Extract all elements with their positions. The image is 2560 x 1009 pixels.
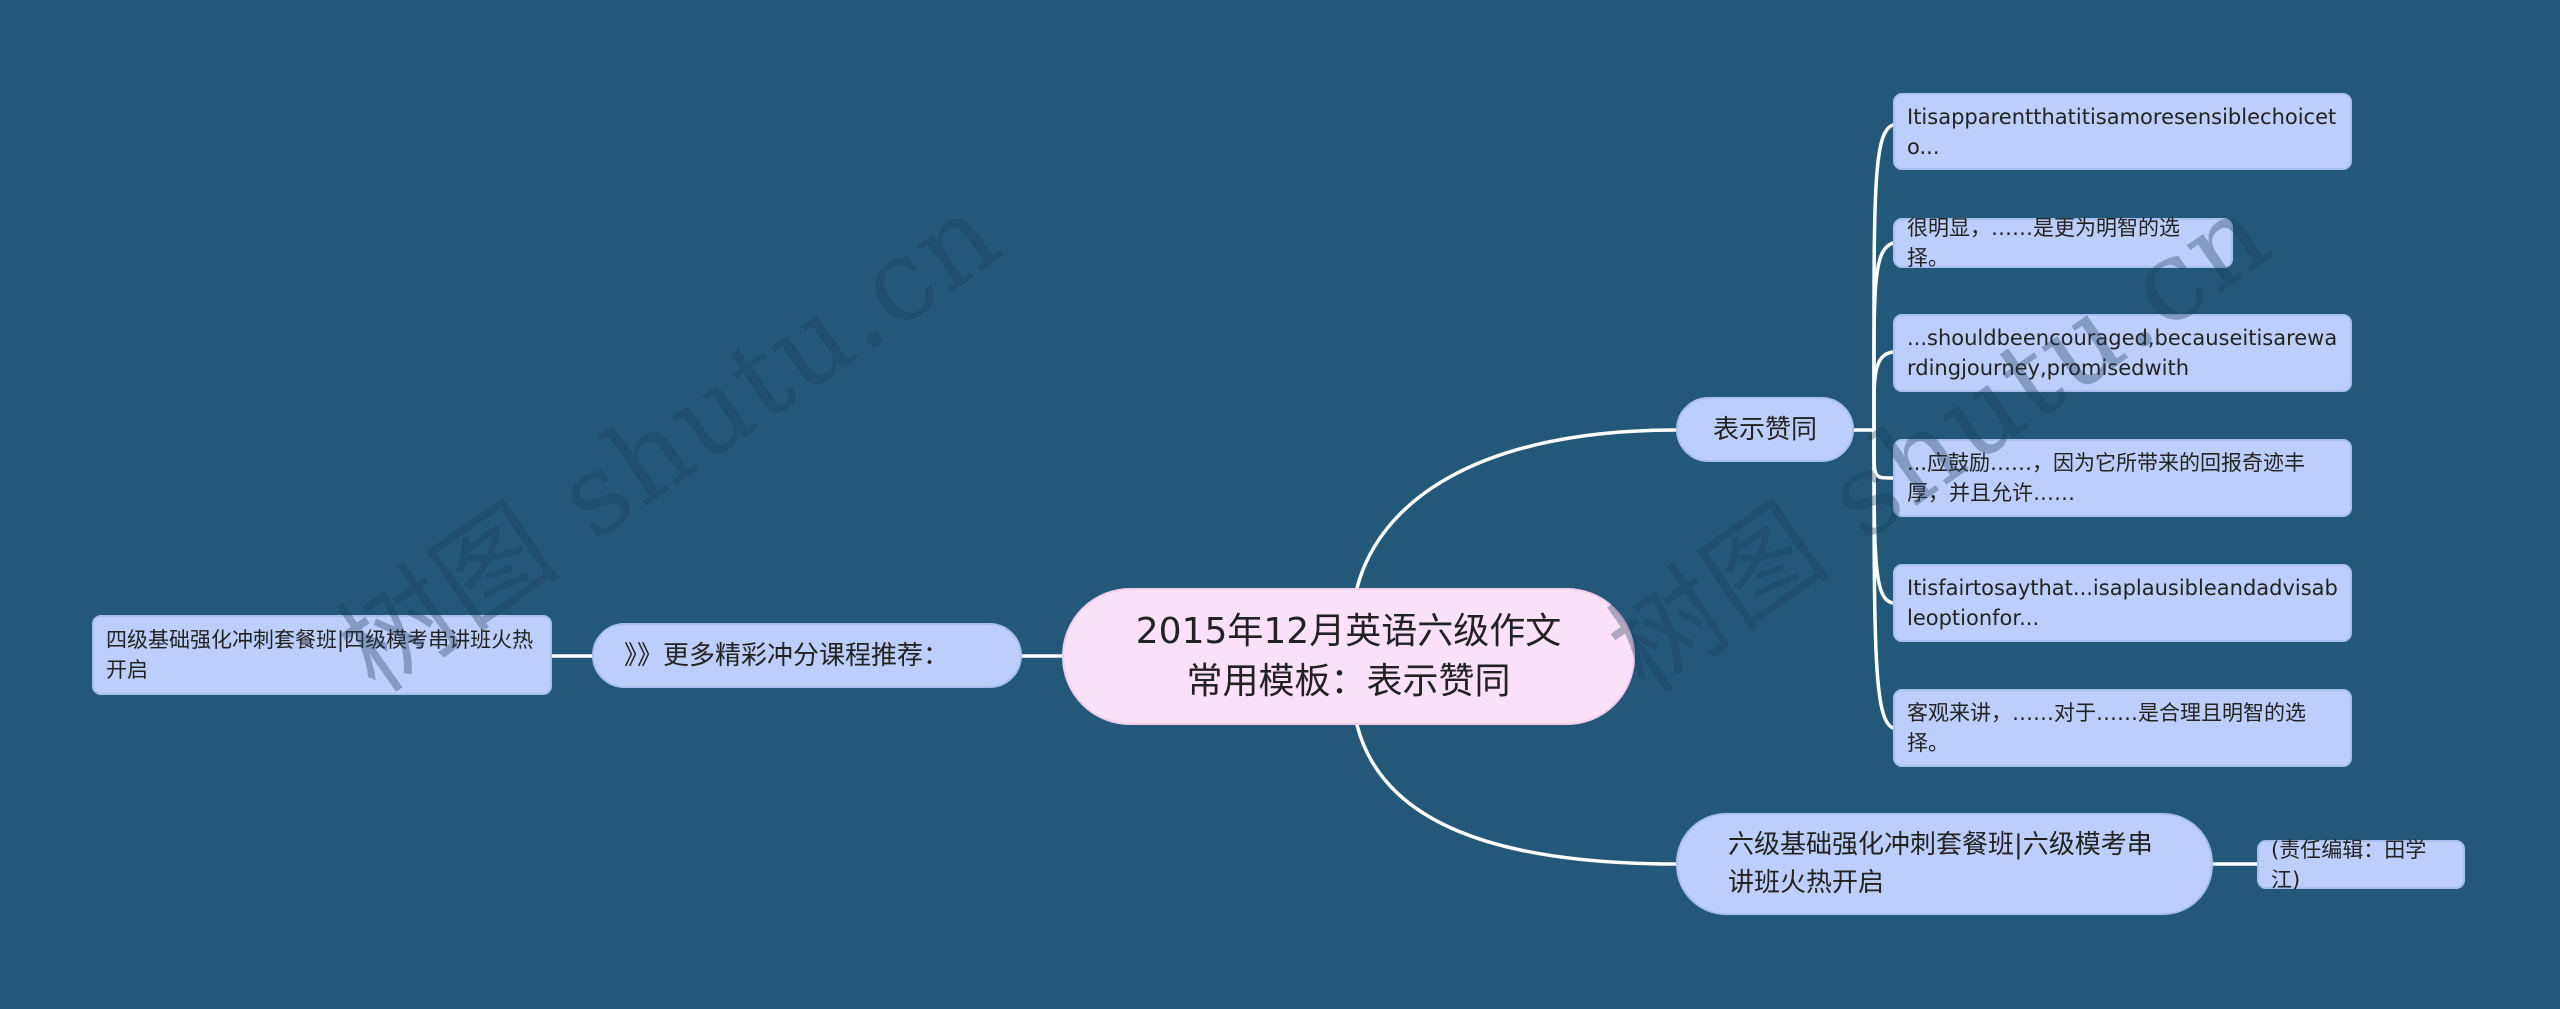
leaf-cet4-course[interactable]: 四级基础强化冲刺套餐班|四级模考串讲班火热开启 bbox=[92, 615, 552, 695]
connector-leaf-5 bbox=[1872, 428, 1895, 730]
connector-leaf-3 bbox=[1872, 428, 1895, 480]
mindmap-canvas: 2015年12月英语六级作文常用模板：表示赞同 表示赞同 Itisapparen… bbox=[0, 0, 2560, 1009]
leaf-label: ...应鼓励……，因为它所带来的回报奇迹丰厚，并且允许…… bbox=[1907, 451, 2306, 505]
branch-more-courses[interactable]: 》》更多精彩冲分课程推荐： bbox=[592, 623, 1022, 688]
branch-label: 表示赞同 bbox=[1712, 414, 1817, 445]
connector-leaf-4 bbox=[1872, 428, 1895, 605]
leaf-label: 客观来讲，……对于……是合理且明智的选择。 bbox=[1907, 701, 2306, 755]
leaf-label: (责任编辑：田学江) bbox=[2271, 837, 2427, 892]
connector-root-liuji bbox=[1355, 723, 1678, 866]
connector-leaf-0 bbox=[1872, 123, 1895, 432]
connector-root-zantong bbox=[1355, 428, 1678, 590]
leaf-label: 四级基础强化冲刺套餐班|四级模考串讲班火热开启 bbox=[106, 628, 534, 682]
connector-leaf-1 bbox=[1872, 241, 1895, 432]
leaf-topic[interactable]: 很明显，……是更为明智的选择。 bbox=[1893, 216, 2233, 270]
leaf-label: ...shouldbeencouraged,becauseitisareward… bbox=[1907, 326, 2338, 380]
leaf-topic[interactable]: 客观来讲，……对于……是合理且明智的选择。 bbox=[1893, 689, 2352, 767]
leaf-topic[interactable]: ...shouldbeencouraged,becauseitisareward… bbox=[1893, 314, 2352, 392]
leaf-label: 很明显，……是更为明智的选择。 bbox=[1907, 216, 2180, 270]
leaf-label: Itisapparentthatitisamoresensiblechoicet… bbox=[1907, 104, 2337, 159]
leaf-topic[interactable]: ...应鼓励……，因为它所带来的回报奇迹丰厚，并且允许…… bbox=[1893, 439, 2352, 517]
branch-label: 》》更多精彩冲分课程推荐： bbox=[624, 640, 950, 671]
leaf-topic[interactable]: Itisapparentthatitisamoresensiblechoicet… bbox=[1893, 93, 2352, 170]
connector-leaf-2 bbox=[1872, 350, 1895, 432]
leaf-label: Itisfairtosaythat...isaplausibleandadvis… bbox=[1907, 576, 2338, 630]
leaf-editor-credit[interactable]: (责任编辑：田学江) bbox=[2257, 838, 2465, 892]
root-topic[interactable]: 2015年12月英语六级作文常用模板：表示赞同 bbox=[1062, 588, 1635, 725]
branch-cet6-course[interactable]: 六级基础强化冲刺套餐班|六级模考串讲班火热开启 bbox=[1676, 813, 2213, 915]
branch-label: 六级基础强化冲刺套餐班|六级模考串讲班火热开启 bbox=[1728, 830, 2153, 898]
leaf-topic[interactable]: Itisfairtosaythat...isaplausibleandadvis… bbox=[1893, 564, 2352, 642]
branch-express-agreement[interactable]: 表示赞同 bbox=[1676, 397, 1854, 462]
root-topic-label: 2015年12月英语六级作文常用模板：表示赞同 bbox=[1135, 610, 1562, 702]
